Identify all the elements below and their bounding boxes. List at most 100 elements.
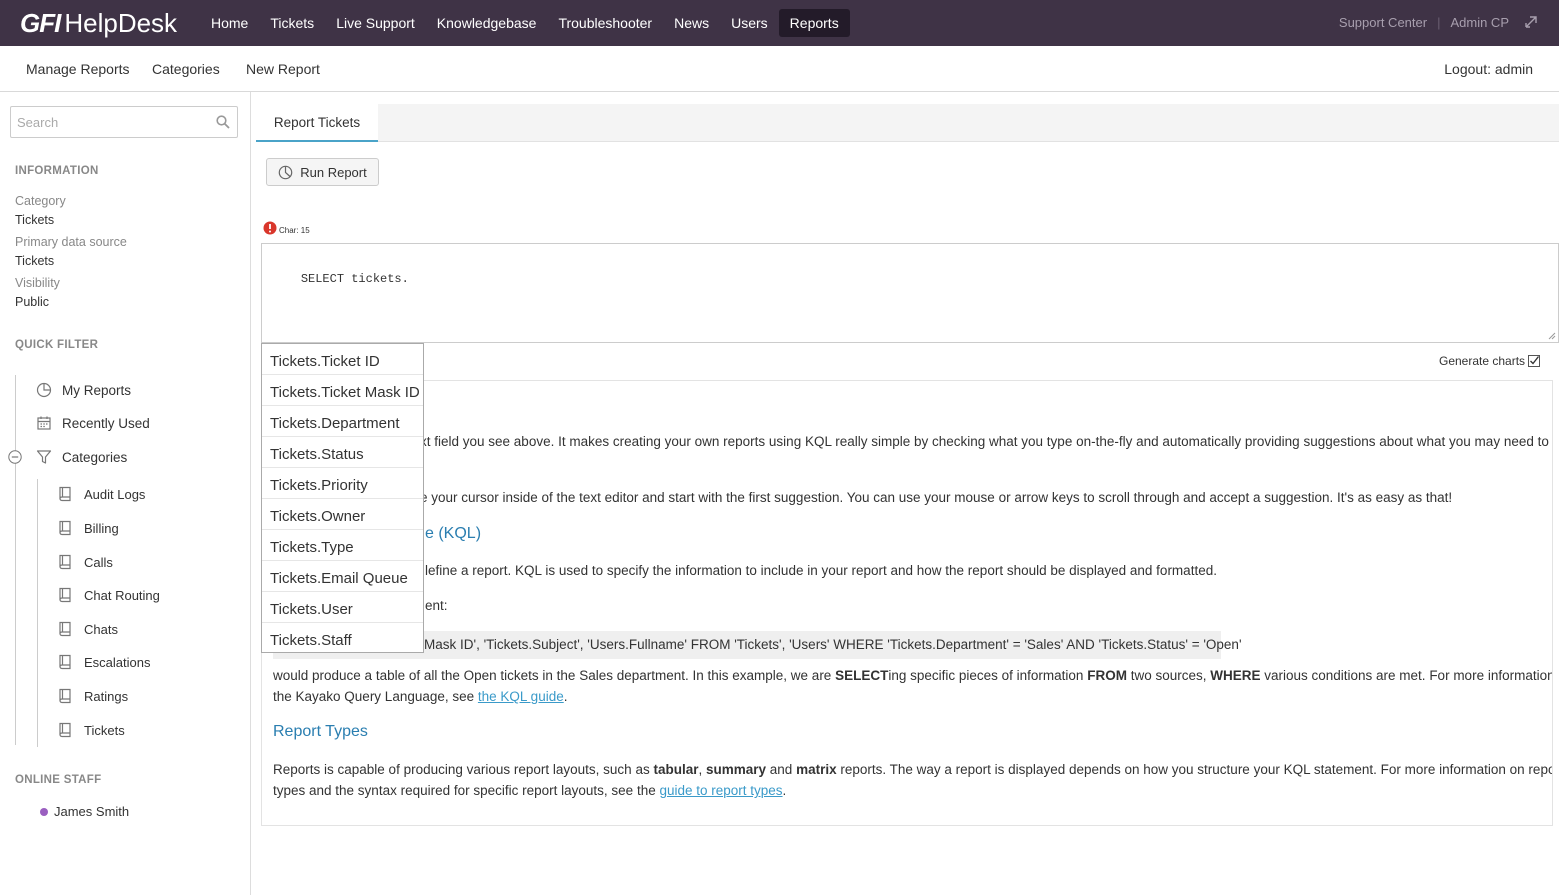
category-tickets[interactable]: Tickets: [58, 721, 125, 739]
calendar-icon: [37, 416, 51, 430]
text-fragment: would produce a table of all the Open ti…: [273, 668, 836, 683]
nav-reports[interactable]: Reports: [778, 9, 850, 37]
book-icon: [59, 587, 71, 603]
nav-troubleshooter[interactable]: Troubleshooter: [547, 9, 663, 37]
quick-filter-label: Categories: [62, 449, 128, 465]
kql-editor[interactable]: SELECT tickets.: [261, 243, 1559, 343]
autocomplete-option[interactable]: Tickets.Department: [262, 406, 423, 437]
error-icon: [263, 221, 277, 235]
kql-guide-link[interactable]: the KQL guide: [478, 689, 564, 704]
pie-chart-icon: [278, 165, 293, 179]
text-fragment: the Kayako Query Language, see: [273, 689, 478, 704]
text-fragment: two sources,: [1126, 668, 1211, 683]
quick-filter-label: My Reports: [62, 382, 132, 398]
tab-report-tickets[interactable]: Report Tickets: [256, 104, 378, 142]
category-chat-routing[interactable]: Chat Routing: [58, 586, 160, 604]
book-icon: [59, 554, 71, 570]
tree-line: [15, 375, 16, 745]
help-paragraph-kql: lefine a report. KQL is used to specify …: [425, 563, 1217, 578]
autocomplete-option[interactable]: Tickets.Email Queue: [262, 561, 423, 592]
text-fragment: and: [766, 762, 797, 777]
kql-example-text: Mask ID', 'Tickets.Subject', 'Users.Full…: [424, 637, 1242, 652]
quick-filter-heading: QUICK FILTER: [15, 339, 99, 351]
subnav-manage-reports[interactable]: Manage Reports: [26, 61, 130, 77]
nav-home[interactable]: Home: [200, 9, 259, 37]
nav-users[interactable]: Users: [720, 9, 779, 37]
autocomplete-option[interactable]: Tickets.Priority: [262, 468, 423, 499]
quick-filter-my-reports[interactable]: My Reports: [36, 380, 131, 400]
top-navbar: GFI HelpDesk Home Tickets Live Support Kn…: [0, 0, 1559, 46]
category-calls[interactable]: Calls: [58, 553, 113, 571]
info-category-label: Category: [15, 194, 66, 208]
search-input[interactable]: [11, 107, 211, 137]
support-center-link[interactable]: Support Center: [1339, 15, 1427, 30]
sub-navbar: Manage Reports Categories New Report Log…: [0, 46, 1559, 92]
main-nav: Home Tickets Live Support Knowledgebase …: [200, 9, 850, 37]
logo-brand: GFI: [20, 8, 61, 38]
subnav-categories[interactable]: Categories: [152, 61, 220, 77]
external-link-icon[interactable]: [1523, 14, 1539, 30]
book-icon: [59, 722, 71, 738]
run-report-button[interactable]: Run Report: [266, 158, 379, 186]
nav-live-support[interactable]: Live Support: [325, 9, 426, 37]
help-heading-kql: e (KQL): [425, 525, 482, 542]
text-fragment: .: [563, 689, 568, 704]
admin-cp-link[interactable]: Admin CP: [1450, 15, 1509, 30]
autocomplete-option[interactable]: Tickets.Ticket Mask ID: [262, 375, 423, 406]
category-label: Audit Logs: [84, 486, 146, 502]
search-icon[interactable]: [216, 115, 230, 129]
category-billing[interactable]: Billing: [58, 519, 119, 537]
search-box: [10, 106, 238, 138]
generate-charts-label: Generate charts: [1439, 354, 1526, 368]
logout-link[interactable]: Logout: admin: [1444, 61, 1533, 77]
autocomplete-option[interactable]: Tickets.Ticket ID: [262, 344, 423, 375]
category-label: Billing: [84, 520, 119, 536]
info-data-source-label: Primary data source: [15, 235, 127, 249]
help-paragraph-intro: xt field you see above. It makes creatin…: [420, 434, 1549, 449]
book-icon: [59, 621, 71, 637]
autocomplete-option[interactable]: Tickets.Owner: [262, 499, 423, 530]
nav-tickets[interactable]: Tickets: [259, 9, 325, 37]
autocomplete-option[interactable]: Tickets.Type: [262, 530, 423, 561]
online-staff-item[interactable]: James Smith: [40, 804, 129, 819]
book-icon: [59, 654, 71, 670]
quick-filter-categories[interactable]: Categories: [36, 447, 127, 467]
info-visibility-value: Public: [15, 295, 50, 309]
text-fragment: types and the syntax required for specif…: [273, 783, 660, 798]
text-fragment: ing specific pieces of information: [888, 668, 1088, 683]
nav-news[interactable]: News: [663, 9, 720, 37]
keyword-summary: summary: [705, 762, 767, 777]
main-content: Report Tickets Run Report Char: 15 SELEC…: [256, 92, 1559, 895]
book-icon: [59, 520, 71, 536]
gfi-helpdesk-logo[interactable]: GFI HelpDesk: [20, 8, 177, 38]
category-audit-logs[interactable]: Audit Logs: [58, 485, 145, 503]
autocomplete-option[interactable]: Tickets.User: [262, 592, 423, 623]
tree-line: [37, 479, 38, 747]
filter-funnel-icon: [36, 450, 52, 464]
resize-grip-icon[interactable]: [1548, 332, 1556, 340]
subnav-new-report[interactable]: New Report: [246, 61, 320, 77]
keyword-select: SELECT: [835, 668, 889, 683]
char-position-info: Char: 15: [279, 226, 310, 235]
autocomplete-dropdown: Tickets.Ticket ID Tickets.Ticket Mask ID…: [261, 343, 424, 653]
run-report-label: Run Report: [300, 164, 367, 180]
report-types-guide-link[interactable]: guide to report types: [659, 783, 782, 798]
help-paragraph-usage: e your cursor inside of the text editor …: [420, 490, 1453, 505]
autocomplete-option[interactable]: Tickets.Status: [262, 437, 423, 468]
generate-charts-option[interactable]: Generate charts: [1439, 354, 1541, 368]
help-panel: xt field you see above. It makes creatin…: [261, 380, 1553, 826]
help-paragraph-report-types: Reports is capable of producing various …: [273, 759, 1552, 801]
text-fragment: various conditions are met. For more inf…: [1260, 668, 1553, 683]
category-chats[interactable]: Chats: [58, 620, 118, 638]
book-icon: [59, 688, 71, 704]
keyword-from: FROM: [1087, 668, 1127, 683]
top-links: Support Center | Admin CP: [1339, 14, 1539, 30]
text-fragment: .: [782, 783, 787, 798]
collapse-minus-icon[interactable]: [8, 450, 22, 464]
category-ratings[interactable]: Ratings: [58, 687, 128, 705]
quick-filter-recently-used[interactable]: Recently Used: [36, 413, 150, 433]
nav-knowledgebase[interactable]: Knowledgebase: [426, 9, 548, 37]
category-escalations[interactable]: Escalations: [58, 653, 150, 671]
generate-charts-checkbox[interactable]: [1528, 355, 1541, 367]
autocomplete-option[interactable]: Tickets.Staff: [262, 623, 423, 652]
